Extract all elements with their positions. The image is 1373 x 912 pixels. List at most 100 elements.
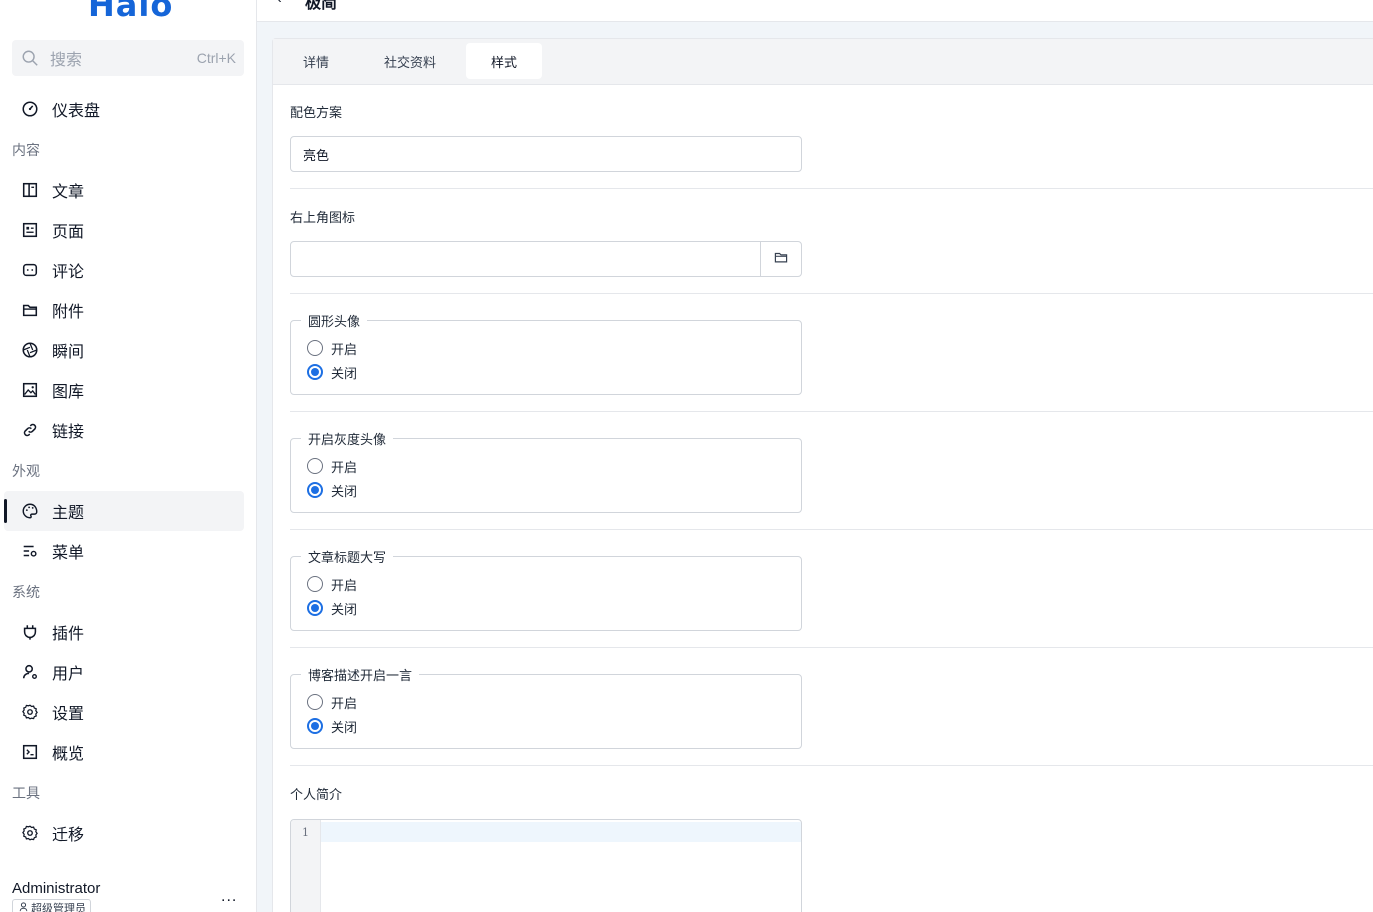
radio-label: 开启 (331, 577, 358, 593)
round-avatar-group: 圆形头像 开启 关闭 (290, 311, 802, 395)
hitokoto-group: 博客描述开启一言 开启 关闭 (290, 665, 802, 749)
sidebar-item-settings[interactable]: 设置 (4, 692, 244, 732)
group-label-content: 内容 (12, 142, 40, 158)
sidebar-item-label: 迁移 (52, 827, 85, 844)
radio-button-checked[interactable] (307, 600, 323, 616)
user-role-label: 超级管理员 (31, 903, 86, 912)
corner-icon-input[interactable] (290, 241, 802, 277)
sidebar-item-label: 评论 (52, 264, 85, 281)
select-attachment-button[interactable] (760, 242, 801, 276)
sidebar-item-users[interactable]: 用户 (4, 652, 244, 692)
round-avatar-option-off[interactable]: 关闭 (307, 362, 357, 382)
sidebar-item-label: 主题 (52, 505, 85, 522)
group-label-tools: 工具 (12, 785, 40, 801)
color-scheme-select[interactable]: 亮色 (290, 136, 802, 172)
radio-button[interactable] (307, 458, 323, 474)
sidebar-item-links[interactable]: 链接 (4, 410, 244, 450)
line-number: 1 (302, 826, 309, 839)
sidebar-item-label: 菜单 (52, 545, 85, 562)
uppercase-title-group: 文章标题大写 开启 关闭 (290, 547, 802, 631)
radio-label: 开启 (331, 459, 358, 475)
divider (290, 411, 1373, 412)
radio-button[interactable] (307, 694, 323, 710)
bio-code-editor[interactable]: 1 (290, 819, 802, 912)
divider (290, 188, 1373, 189)
book-icon (20, 180, 40, 200)
color-scheme-label: 配色方案 (290, 105, 343, 120)
halo-logo[interactable]: Halo (88, 0, 173, 24)
sidebar-item-label: 插件 (52, 626, 85, 643)
sidebar-item-label: 附件 (52, 304, 85, 321)
dashboard-icon (20, 99, 40, 119)
radio-label: 开启 (331, 341, 358, 357)
radio-label: 关闭 (331, 483, 358, 499)
terminal-icon (20, 742, 40, 762)
sidebar-item-themes[interactable]: 主题 (4, 491, 244, 531)
migration-gear-icon (20, 823, 40, 843)
image-icon (20, 380, 40, 400)
radio-button-checked[interactable] (307, 718, 323, 734)
tab-social-profiles[interactable]: 社交资料 (358, 43, 462, 79)
sidebar-item-moments[interactable]: 瞬间 (4, 330, 244, 370)
palette-icon (20, 501, 40, 521)
hitokoto-option-on[interactable]: 开启 (307, 692, 357, 712)
sidebar-item-comments[interactable]: 评论 (4, 250, 244, 290)
sidebar-item-gallery[interactable]: 图库 (4, 370, 244, 410)
radio-label: 关闭 (331, 365, 358, 381)
page-header: ‹ 极简 (257, 0, 1373, 22)
round-avatar-option-on[interactable]: 开启 (307, 338, 357, 358)
aperture-icon (20, 340, 40, 360)
back-icon[interactable]: ‹ (277, 0, 282, 6)
gear-icon (20, 702, 40, 722)
divider (290, 293, 1373, 294)
user-role-icon (19, 901, 28, 912)
tab-details[interactable]: 详情 (278, 43, 354, 79)
sidebar-item-posts[interactable]: 文章 (4, 170, 244, 210)
sidebar-item-overview[interactable]: 概览 (4, 732, 244, 772)
grayscale-avatar-legend: 开启灰度头像 (301, 429, 394, 448)
search-shortcut: Ctrl+K (196, 50, 236, 66)
divider (290, 765, 1373, 766)
tab-style[interactable]: 样式 (466, 43, 542, 79)
sidebar-item-plugins[interactable]: 插件 (4, 612, 244, 652)
divider (290, 529, 1373, 530)
sidebar-item-label: 瞬间 (52, 344, 85, 361)
sidebar-item-dashboard[interactable]: 仪表盘 (4, 89, 244, 129)
radio-button[interactable] (307, 576, 323, 592)
sidebar: Halo 搜索 Ctrl+K 仪表盘 内容 文章 页面 评论 附件 瞬间 图库 … (0, 0, 257, 912)
theme-settings-card: 详情 社交资料 样式 配色方案 亮色 右上角图标 圆形头像 开启 关闭 开启灰度… (272, 38, 1373, 912)
divider (290, 647, 1373, 648)
search-box[interactable]: 搜索 Ctrl+K (12, 40, 244, 76)
sidebar-item-label: 设置 (52, 706, 85, 723)
sidebar-item-migration[interactable]: 迁移 (4, 813, 244, 853)
hitokoto-legend: 博客描述开启一言 (301, 665, 420, 684)
corner-icon-label: 右上角图标 (290, 210, 356, 225)
folder-icon (20, 300, 40, 320)
grayscale-avatar-group: 开启灰度头像 开启 关闭 (290, 429, 802, 513)
uppercase-title-option-off[interactable]: 关闭 (307, 598, 357, 618)
hitokoto-option-off[interactable]: 关闭 (307, 716, 357, 736)
page-icon (20, 220, 40, 240)
folder-open-icon (774, 250, 788, 269)
user-more-button[interactable]: ... (221, 888, 237, 906)
radio-button-checked[interactable] (307, 482, 323, 498)
grayscale-avatar-option-on[interactable]: 开启 (307, 456, 357, 476)
group-label-system: 系统 (12, 584, 40, 600)
radio-button-checked[interactable] (307, 364, 323, 380)
grayscale-avatar-option-off[interactable]: 关闭 (307, 480, 357, 500)
radio-button[interactable] (307, 340, 323, 356)
user-icon (20, 662, 40, 682)
round-avatar-legend: 圆形头像 (301, 311, 368, 330)
search-placeholder: 搜索 (50, 52, 83, 69)
sidebar-item-label: 概览 (52, 746, 85, 763)
sidebar-item-menus[interactable]: 菜单 (4, 531, 244, 571)
radio-label: 关闭 (331, 601, 358, 617)
sidebar-item-attachments[interactable]: 附件 (4, 290, 244, 330)
uppercase-title-option-on[interactable]: 开启 (307, 574, 357, 594)
group-label-appearance: 外观 (12, 463, 40, 479)
sidebar-item-label: 页面 (52, 224, 85, 241)
sidebar-item-pages[interactable]: 页面 (4, 210, 244, 250)
comment-icon (20, 260, 40, 280)
editor-active-line (321, 822, 801, 842)
tab-bar: 详情 社交资料 样式 (273, 39, 1373, 85)
